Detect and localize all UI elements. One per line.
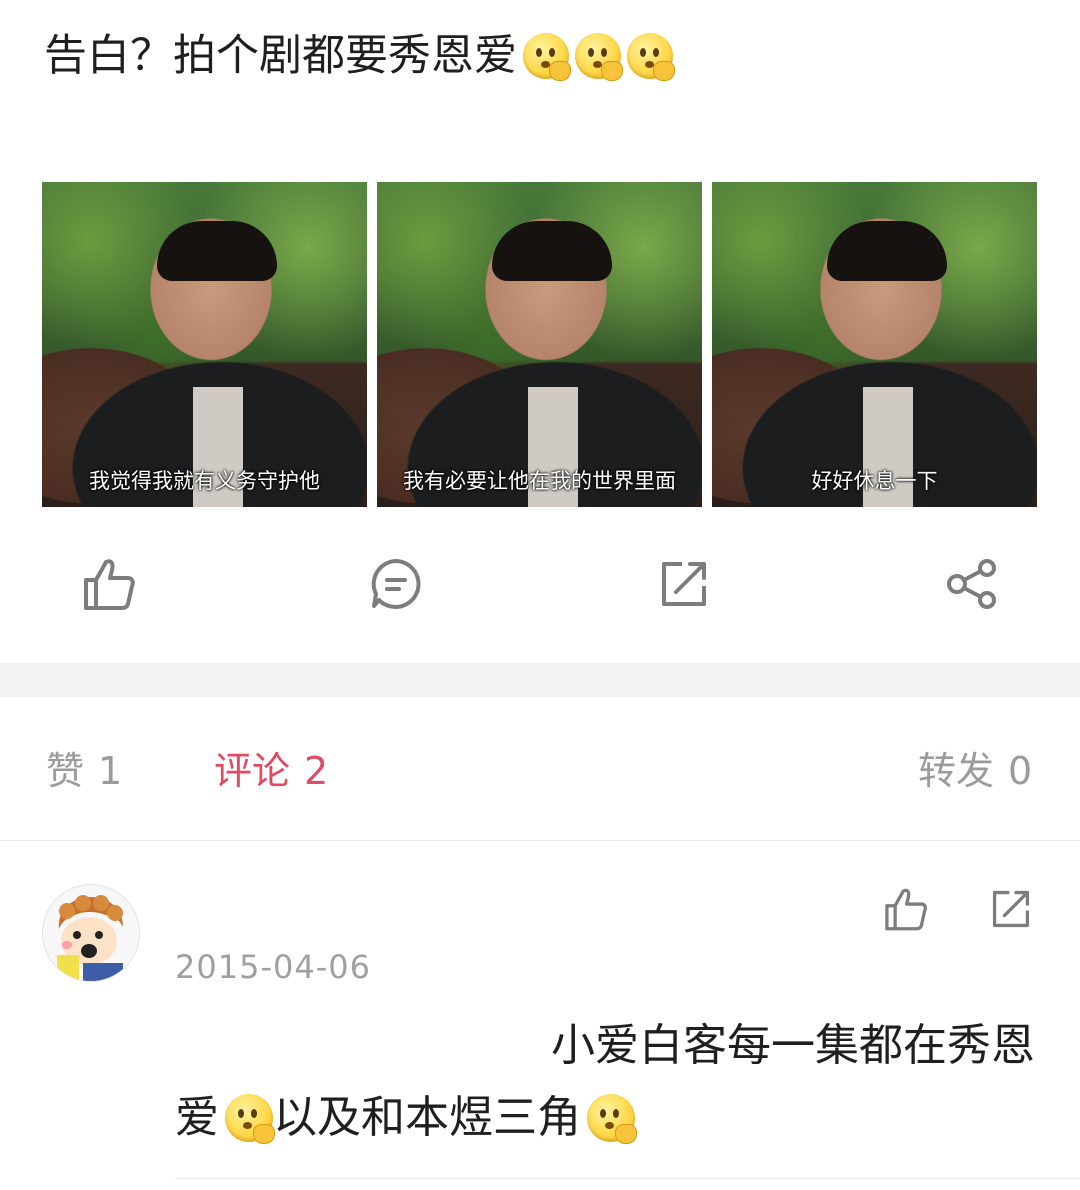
- thinking-face-emoji-icon: [627, 33, 675, 81]
- tab-likes[interactable]: 赞1: [46, 740, 122, 795]
- section-separator: [0, 663, 1080, 697]
- comment-bubble-icon: [371, 559, 421, 609]
- post-text: 告白？拍个剧都要秀恩爱: [44, 26, 675, 86]
- thinking-face-emoji-icon: [587, 1094, 637, 1144]
- comment-button[interactable]: [368, 556, 424, 612]
- external-share-icon: [662, 562, 706, 606]
- image-caption: 好好休息一下: [811, 469, 938, 493]
- comment-date: 2015-04-06: [175, 948, 371, 986]
- tabs-divider: [0, 840, 1080, 841]
- comment-line: 小爱白客每一集都在秀恩: [551, 1020, 1035, 1071]
- comment-text: 小爱白客每一集都在秀恩 爱 以及和本煜三角: [175, 1010, 1035, 1154]
- image-grid: 我觉得我就有义务守护他 我有必要让他在我的世界里面 好好休息一下: [42, 182, 1037, 507]
- image-caption: 我有必要让他在我的世界里面: [403, 469, 676, 493]
- tab-reposts[interactable]: 转发 0: [918, 740, 1032, 795]
- tab-label: 赞: [46, 749, 85, 793]
- image-caption: 我觉得我就有义务守护他: [89, 469, 320, 493]
- thumbs-up-icon: [84, 559, 135, 610]
- image-person-hair: [491, 221, 612, 281]
- tab-count: 1: [98, 749, 123, 793]
- image-person-hair: [156, 221, 277, 281]
- tab-comments[interactable]: 评论 2: [214, 740, 328, 795]
- tab-count: 0: [1008, 749, 1033, 793]
- comment-repost-button[interactable]: [988, 886, 1034, 932]
- post-action-bar: [0, 556, 1080, 616]
- thinking-face-emoji-icon: [523, 33, 571, 81]
- image-person-hair: [826, 221, 947, 281]
- cartoon-avatar-icon: [43, 885, 139, 981]
- share-button[interactable]: [944, 556, 1000, 612]
- comment-line: 爱 以及和本煜三角: [175, 1082, 1035, 1154]
- post-image-2[interactable]: 我有必要让他在我的世界里面: [377, 182, 702, 507]
- comment-like-button[interactable]: [882, 886, 928, 932]
- like-button[interactable]: [80, 556, 136, 612]
- post-image-3[interactable]: 好好休息一下: [712, 182, 1037, 507]
- thumbs-up-icon: [885, 888, 927, 931]
- external-share-icon: [992, 890, 1030, 928]
- tab-label: 转发: [918, 749, 995, 793]
- post-image-1[interactable]: 我觉得我就有义务守护他: [42, 182, 367, 507]
- avatar[interactable]: [42, 884, 140, 982]
- repost-button[interactable]: [656, 556, 712, 612]
- tab-label: 评论: [214, 749, 291, 793]
- thinking-face-emoji-icon: [575, 33, 623, 81]
- thinking-face-emoji-icon: [225, 1094, 275, 1144]
- tab-count: 2: [304, 749, 329, 793]
- comment-text-part: 以及和本煜三角: [273, 1092, 581, 1143]
- comment-divider: [175, 1178, 1080, 1179]
- comment-text-part: 爱: [175, 1092, 219, 1143]
- interaction-tabs: 赞1 评论 2 转发 0: [0, 740, 1080, 800]
- post-text-content: 告白？拍个剧都要秀恩爱: [44, 31, 517, 81]
- share-nodes-icon: [947, 559, 996, 609]
